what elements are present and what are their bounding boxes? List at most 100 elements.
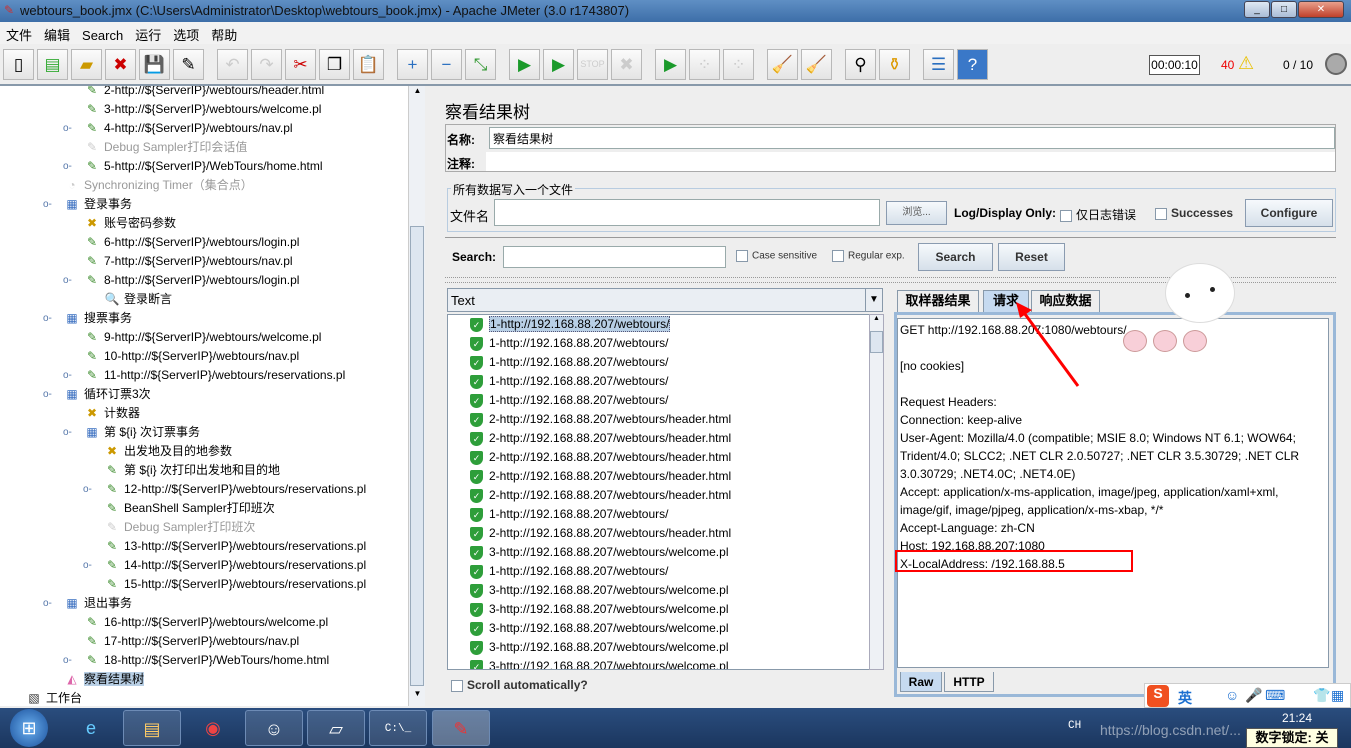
result-row[interactable]: ✓ 1-http://192.168.88.207/webtours/ <box>470 315 671 334</box>
result-row[interactable]: ✓ 2-http://192.168.88.207/webtours/header… <box>470 429 731 448</box>
result-row[interactable]: ✓ 1-http://192.168.88.207/webtours/ <box>470 562 668 581</box>
reset-button[interactable]: Reset <box>998 243 1065 271</box>
tree-node[interactable]: o- ✎ 14-http://${ServerIP}/webtours/reserv… <box>83 556 366 575</box>
name-field[interactable]: 察看结果树 <box>489 127 1335 149</box>
renderer-select[interactable]: Text ▼ <box>447 288 883 312</box>
new-icon[interactable]: ▯ <box>3 49 34 80</box>
remote-shutdown-icon[interactable]: ⁘ <box>723 49 754 80</box>
scroll-up-arrow[interactable]: ▲ <box>870 315 883 329</box>
search-binoculars-icon[interactable]: ⚲ <box>845 49 876 80</box>
tree-node[interactable]: ✎ 17-http://${ServerIP}/webtours/nav.pl <box>83 632 299 651</box>
help-icon[interactable]: ? <box>957 49 988 80</box>
ie-icon[interactable]: e <box>62 710 120 746</box>
result-row[interactable]: ✓ 3-http://192.168.88.207/webtours/welcom… <box>470 638 728 657</box>
tree-node[interactable]: ✖ 出发地及目的地参数 <box>103 442 232 461</box>
tree-node[interactable]: o- ▦ 退出事务 <box>43 594 132 613</box>
scroll-automatically-checkbox[interactable]: Scroll automatically? <box>451 678 588 692</box>
scroll-thumb[interactable] <box>870 331 883 353</box>
reset-search-broom-icon[interactable]: ⚱ <box>879 49 910 80</box>
start-icon[interactable]: ▶ <box>509 49 540 80</box>
tree-node[interactable]: ✎ Debug Sampler打印班次 <box>103 518 255 537</box>
tree-node[interactable]: o- ✎ 11-http://${ServerIP}/webtours/reserv… <box>63 366 345 385</box>
tree-node[interactable]: ✎ 第 ${i} 次打印出发地和目的地 <box>103 461 280 480</box>
result-row[interactable]: ✓ 2-http://192.168.88.207/webtours/header… <box>470 467 731 486</box>
tree-node[interactable]: o- ✎ 18-http://${ServerIP}/WebTours/home.h… <box>63 651 329 670</box>
expand-all-icon[interactable]: + <box>397 49 428 80</box>
mic-icon[interactable]: 🎤 <box>1245 687 1262 704</box>
notepad-icon[interactable]: ▱ <box>307 710 365 746</box>
regex-checkbox[interactable]: Regular exp. <box>832 250 905 262</box>
tree-node[interactable]: ✎ 2-http://${ServerIP}/webtours/header.ht… <box>83 86 324 100</box>
tree-node[interactable]: ✎ 15-http://${ServerIP}/webtours/reservat… <box>103 575 366 594</box>
result-row[interactable]: ✓ 2-http://192.168.88.207/webtours/header… <box>470 448 731 467</box>
open-icon[interactable]: ▰ <box>71 49 102 80</box>
cmd-icon[interactable]: C:\_ <box>369 710 427 746</box>
menu-search[interactable]: Search <box>76 25 129 46</box>
expand-handle-icon[interactable]: o- <box>63 423 72 442</box>
clear-all-icon[interactable]: 🧹 <box>801 49 832 80</box>
jmeter-task-icon[interactable]: ✎ <box>432 710 490 746</box>
function-helper-icon[interactable]: ☰ <box>923 49 954 80</box>
expand-handle-icon[interactable]: o- <box>63 119 72 138</box>
result-row[interactable]: ✓ 2-http://192.168.88.207/webtours/header… <box>470 410 731 429</box>
tree-node[interactable]: o- ✎ 8-http://${ServerIP}/webtours/login.p… <box>63 271 299 290</box>
tree-node[interactable]: o- ✎ 4-http://${ServerIP}/webtours/nav.pl <box>63 119 293 138</box>
search-button[interactable]: Search <box>918 243 993 271</box>
scroll-down-arrow[interactable]: ▼ <box>410 689 425 705</box>
grid-menu-icon[interactable]: ▦ <box>1331 687 1344 704</box>
emoji-icon[interactable]: ☺ <box>1225 687 1239 703</box>
result-row[interactable]: ✓ 3-http://192.168.88.207/webtours/welcom… <box>470 543 728 562</box>
result-row[interactable]: ✓ 3-http://192.168.88.207/webtours/welcom… <box>470 619 728 638</box>
expand-handle-icon[interactable]: o- <box>43 195 52 214</box>
tree-node[interactable]: ✎ Debug Sampler打印会话值 <box>83 138 247 157</box>
close-button[interactable]: ✕ <box>1298 1 1344 18</box>
keyboard-icon[interactable]: ⌨ <box>1265 687 1285 704</box>
tree-node[interactable]: ✎ 3-http://${ServerIP}/webtours/welcome.p… <box>83 100 321 119</box>
tree-node[interactable]: o- ✎ 12-http://${ServerIP}/webtours/reserv… <box>83 480 366 499</box>
case-sensitive-checkbox[interactable]: Case sensitive <box>736 250 817 262</box>
stop-icon[interactable]: STOP <box>577 49 608 80</box>
tree-node[interactable]: ▧ 工作台 <box>25 689 82 706</box>
undo-icon[interactable]: ↶ <box>217 49 248 80</box>
save-screenshot-icon[interactable]: ✎ <box>173 49 204 80</box>
tab-http[interactable]: HTTP <box>944 672 994 692</box>
tree-node[interactable]: ✎ 7-http://${ServerIP}/webtours/nav.pl <box>83 252 293 271</box>
skin-icon[interactable]: 👕 <box>1313 687 1330 704</box>
templates-icon[interactable]: ▤ <box>37 49 68 80</box>
errors-only-checkbox[interactable]: 仅日志错误 <box>1060 206 1136 223</box>
expand-handle-icon[interactable]: o- <box>63 271 72 290</box>
redo-icon[interactable]: ↷ <box>251 49 282 80</box>
tree-node[interactable]: o- ✎ 5-http://${ServerIP}/WebTours/home.ht… <box>63 157 323 176</box>
tree-node[interactable]: ✖ 计数器 <box>83 404 140 423</box>
explorer-icon[interactable]: ▤ <box>123 710 181 746</box>
result-row[interactable]: ✓ 3-http://192.168.88.207/webtours/welcom… <box>470 600 728 619</box>
tree-node[interactable]: ✎ 16-http://${ServerIP}/webtours/welcome.… <box>83 613 328 632</box>
clock[interactable]: 21:24 <box>1282 711 1312 725</box>
scroll-up-arrow[interactable]: ▲ <box>410 86 425 102</box>
results-scrollbar[interactable]: ▲ <box>869 314 884 670</box>
tree-node[interactable]: o- ▦ 第 ${i} 次订票事务 <box>63 423 200 442</box>
tree-node[interactable]: ✎ 13-http://${ServerIP}/webtours/reservat… <box>103 537 366 556</box>
ime-toolbar[interactable]: S 英 ☺ 🎤 ⌨ 👕 ▦ <box>1144 683 1351 708</box>
loadrunner-icon[interactable]: ☺ <box>245 710 303 746</box>
shutdown-icon[interactable]: ✖ <box>611 49 642 80</box>
minimize-button[interactable]: _ <box>1244 1 1270 18</box>
start-no-pauses-icon[interactable]: ▶ <box>543 49 574 80</box>
result-row[interactable]: ✓ 1-http://192.168.88.207/webtours/ <box>470 334 668 353</box>
result-row[interactable]: ✓ 1-http://192.168.88.207/webtours/ <box>470 372 668 391</box>
tree-node[interactable]: ✎ 10-http://${ServerIP}/webtours/nav.pl <box>83 347 299 366</box>
clear-icon[interactable]: 🧹 <box>767 49 798 80</box>
paste-icon[interactable]: 📋 <box>353 49 384 80</box>
remote-start-icon[interactable]: ▶ <box>655 49 686 80</box>
comment-field[interactable] <box>486 152 1335 171</box>
result-row[interactable]: ✓ 3-http://192.168.88.207/webtours/welcom… <box>470 657 728 669</box>
expand-handle-icon[interactable]: o- <box>63 651 72 670</box>
chrome-icon[interactable]: ◉ <box>184 710 242 746</box>
cut-icon[interactable]: ✂ <box>285 49 316 80</box>
expand-handle-icon[interactable]: o- <box>63 366 72 385</box>
collapse-all-icon[interactable]: − <box>431 49 462 80</box>
close-file-icon[interactable]: ✖ <box>105 49 136 80</box>
tree-node[interactable]: 🔍 登录断言 <box>103 290 173 309</box>
expand-handle-icon[interactable]: o- <box>43 309 52 328</box>
warning-icon[interactable]: ⚠ <box>1238 53 1254 74</box>
